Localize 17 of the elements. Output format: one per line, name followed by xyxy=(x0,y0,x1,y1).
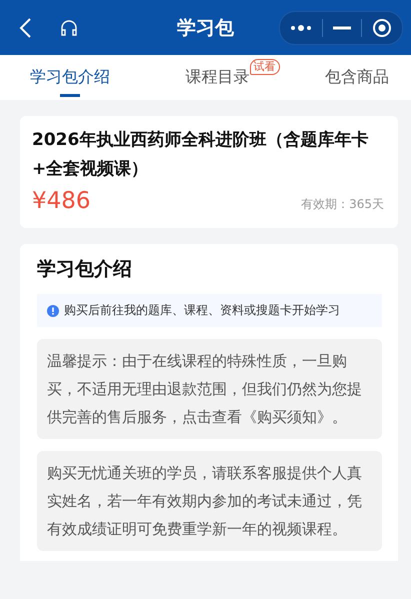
minimize-icon[interactable] xyxy=(333,26,351,30)
product-title: 2026年执业西药师全科进阶班（含题库年卡+全套视频课） xyxy=(32,129,370,181)
headphones-icon[interactable] xyxy=(60,18,78,36)
more-icon[interactable] xyxy=(290,24,312,32)
back-icon[interactable] xyxy=(18,16,32,38)
tab[interactable]: 包含商品 xyxy=(325,55,389,100)
validity-text: 有效期：365天 xyxy=(301,196,384,213)
section-heading: 学习包介绍 xyxy=(37,257,133,282)
tab[interactable]: 学习包介绍 xyxy=(30,55,110,100)
page-title: 学习包 xyxy=(177,16,234,40)
price: ¥486 xyxy=(32,188,91,214)
trial-badge: 试看 xyxy=(250,59,280,75)
info-paragraph: 购买无忧通关班的学员，请联系客服提供个人真实姓名，若一年有效期内参加的考试未通过，凭有效成绩证明可免费重学新一年的视频课程。 xyxy=(37,451,382,551)
info-paragraph: 温馨提示：由于在线课程的特殊性质，一旦购买，不适用无理由退款范围，但我们仍然为您提供完善的售后服务，点击查看《购买须知》。 xyxy=(37,339,382,439)
notice-text: 购买后前往我的题库、课程、资料或搜题卡开始学习 xyxy=(64,302,340,319)
close-icon[interactable] xyxy=(372,18,392,38)
info-icon xyxy=(47,304,59,316)
